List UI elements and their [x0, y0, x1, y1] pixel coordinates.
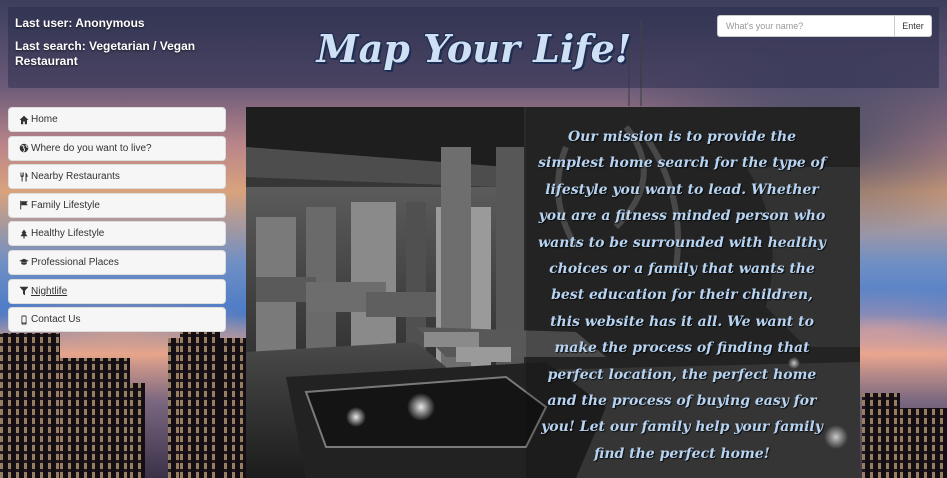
- nav-item-label: Home: [31, 114, 58, 125]
- last-user-text: Last user: Anonymous: [15, 16, 145, 30]
- nav-item-label: Healthy Lifestyle: [31, 228, 105, 240]
- globe-icon: [18, 143, 29, 154]
- nav-item-professional-places[interactable]: Professional Places: [8, 249, 226, 275]
- enter-button[interactable]: Enter: [894, 15, 932, 37]
- graduation-cap-icon: [18, 257, 29, 268]
- last-search-text: Last search: Vegetarian / Vegan Restaura…: [15, 39, 196, 68]
- nav-item-nightlife[interactable]: Nightlife: [8, 278, 226, 304]
- nav-item-nearby-restaurants[interactable]: Nearby Restaurants: [8, 164, 226, 190]
- nav-item-label: Nightlife: [31, 285, 68, 297]
- nav-item-home[interactable]: Home: [8, 107, 226, 132]
- nav-item-label: Contact Us: [31, 314, 81, 326]
- name-form: Enter: [717, 15, 932, 37]
- hero-panel: Our mission is to provide the simplest h…: [246, 107, 860, 478]
- phone-icon: [18, 314, 29, 325]
- tree-icon: [18, 228, 29, 239]
- nav-item-where-to-live[interactable]: Where do you want to live?: [8, 135, 226, 161]
- user-info: Last user: Anonymous Last search: Vegeta…: [15, 16, 205, 69]
- nav-item-contact-us[interactable]: Contact Us: [8, 307, 226, 333]
- nav-item-label: Nearby Restaurants: [31, 171, 120, 183]
- nav-item-healthy-lifestyle[interactable]: Healthy Lifestyle: [8, 221, 226, 247]
- sidebar-nav: Home Where do you want to live? Nearby R…: [8, 107, 226, 336]
- filter-icon: [18, 286, 29, 297]
- cutlery-icon: [18, 171, 29, 182]
- flag-icon: [18, 200, 29, 211]
- nav-item-family-lifestyle[interactable]: Family Lifestyle: [8, 192, 226, 218]
- home-icon: [18, 114, 29, 125]
- nav-item-label: Family Lifestyle: [31, 199, 100, 211]
- nav-item-label: Where do you want to live?: [31, 142, 152, 154]
- mission-statement: Our mission is to provide the simplest h…: [538, 129, 826, 462]
- name-input[interactable]: [717, 15, 894, 37]
- site-title: Map Your Life!: [316, 26, 632, 71]
- nav-item-label: Professional Places: [31, 256, 119, 268]
